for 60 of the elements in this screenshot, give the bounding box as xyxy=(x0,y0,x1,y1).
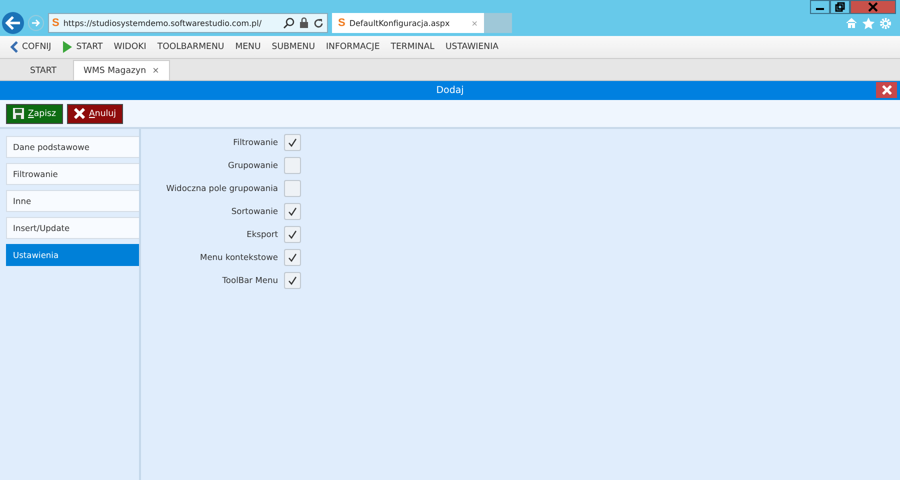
cross-icon xyxy=(74,108,85,119)
menu-item[interactable]: MENU xyxy=(235,42,261,52)
back-button[interactable] xyxy=(2,12,24,34)
menu-item[interactable]: WIDOKI xyxy=(114,42,146,52)
option-label: Filtrowanie xyxy=(233,137,278,147)
menu-item[interactable]: USTAWIENIA xyxy=(445,42,498,52)
address-bar[interactable]: S https://studiosystemdemo.softwarestudio.com.pl/ xyxy=(48,13,328,33)
section-item[interactable]: Inne xyxy=(6,190,139,212)
checkbox[interactable] xyxy=(284,134,301,150)
toolbar-button[interactable]: Zapisz xyxy=(6,104,63,124)
checkmark-icon xyxy=(288,276,297,284)
close-button[interactable] xyxy=(876,82,897,98)
checkbox[interactable] xyxy=(284,226,301,242)
restore-button[interactable] xyxy=(830,0,850,14)
checkbox[interactable] xyxy=(284,180,301,196)
option-label: Sortowanie xyxy=(231,206,278,216)
checkmark-icon xyxy=(288,206,297,216)
checkmark-icon xyxy=(288,138,297,146)
lock-icon xyxy=(299,17,309,29)
option-label: Menu kontekstowe xyxy=(200,252,278,262)
checkbox[interactable] xyxy=(284,202,301,220)
close-button[interactable] xyxy=(850,0,896,14)
search-icon[interactable] xyxy=(283,17,295,29)
url-text: https://studiosystemdemo.softwarestudio.com.pl/ xyxy=(63,18,263,28)
option-label: Eksport xyxy=(246,229,278,239)
option-label: ToolBar Menu xyxy=(222,275,278,285)
section-item[interactable]: Insert/Update xyxy=(6,217,139,239)
checkbox[interactable] xyxy=(284,156,301,174)
checkbox[interactable] xyxy=(284,272,301,288)
site-logo: S xyxy=(338,17,346,29)
section-item[interactable]: Filtrowanie xyxy=(6,163,139,185)
menu-item[interactable]: TERMINAL xyxy=(390,42,434,52)
page-tab[interactable]: START xyxy=(20,61,67,80)
option-label: Grupowanie xyxy=(228,160,278,170)
page-tab[interactable]: WMS Magazyn × xyxy=(72,60,170,80)
dialog-title: Dodaj xyxy=(436,85,464,96)
restore-icon xyxy=(835,2,845,12)
play-icon xyxy=(62,41,72,53)
checkmark-icon xyxy=(288,252,297,262)
star-icon[interactable] xyxy=(862,16,875,30)
section-item[interactable]: Dane podstawowe xyxy=(6,136,139,158)
menu-item[interactable]: TOOLBARMENU xyxy=(157,42,224,52)
menu-item[interactable]: START xyxy=(62,41,103,53)
arrow-left-icon xyxy=(5,16,21,30)
arrow-right-icon xyxy=(31,18,41,28)
toolbar-button[interactable]: Anuluj xyxy=(67,104,124,124)
menu-item[interactable]: SUBMENU xyxy=(272,42,315,52)
close-icon xyxy=(868,2,878,12)
refresh-icon[interactable] xyxy=(313,18,324,28)
minimize-button[interactable] xyxy=(810,0,830,14)
section-item[interactable]: Ustawienia xyxy=(6,244,139,266)
checkmark-icon xyxy=(288,230,297,238)
site-logo: S xyxy=(52,17,60,29)
close-icon xyxy=(882,85,892,95)
browser-tab[interactable]: S DefaultKonfiguracja.aspx × xyxy=(332,13,484,33)
chevron-left-icon xyxy=(10,41,18,53)
option-label: Widoczna pole grupowania xyxy=(166,183,278,193)
checkbox[interactable] xyxy=(284,248,301,266)
menu-item[interactable]: COFNIJ xyxy=(10,41,52,53)
menu-item[interactable]: INFORMACJE xyxy=(326,42,380,52)
